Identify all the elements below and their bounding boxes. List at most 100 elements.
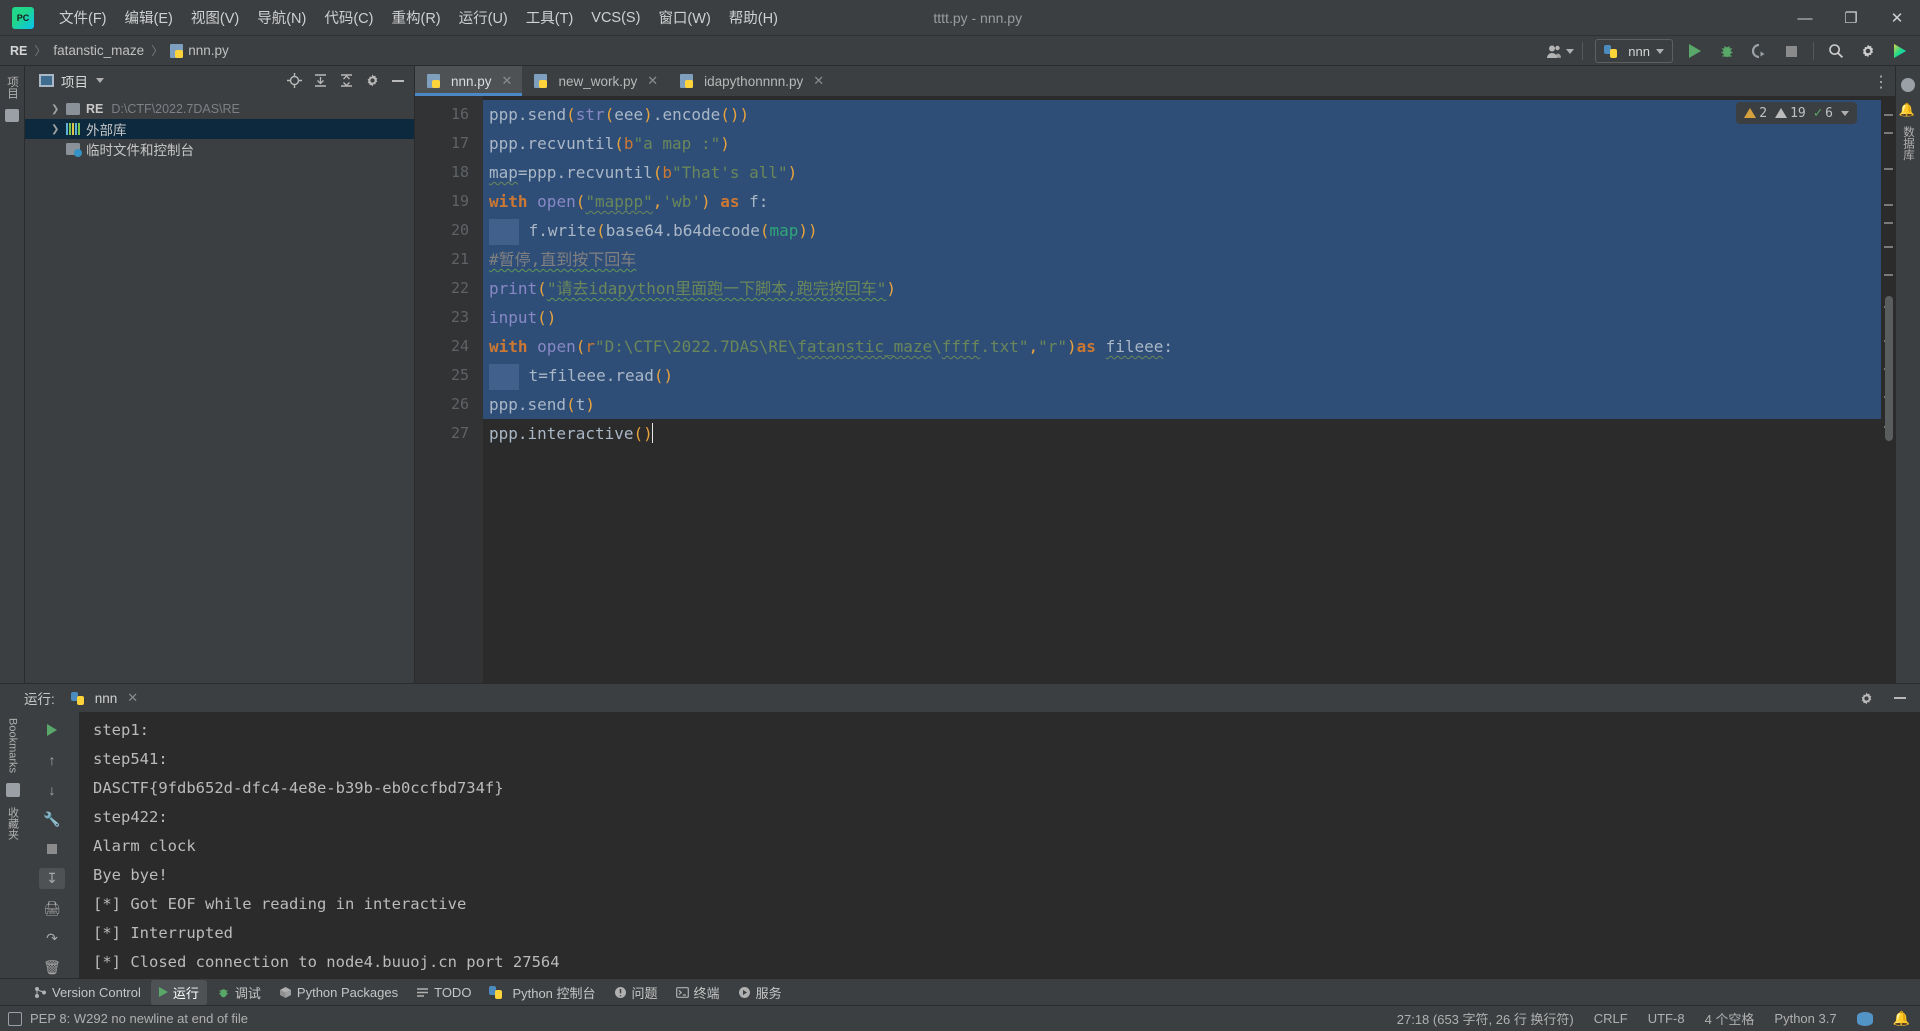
menu-code[interactable]: 代码(C) — [315, 3, 382, 32]
editor-marker-bar[interactable] — [1881, 96, 1895, 683]
menu-navigate[interactable]: 导航(N) — [248, 3, 315, 32]
code-line-17[interactable]: ppp.recvuntil(b"a map :") — [483, 129, 1881, 158]
code-line-26[interactable]: ppp.send(t) — [483, 390, 1881, 419]
code-content[interactable]: ppp.send(str(eee).encode()) ppp.recvunti… — [483, 96, 1881, 683]
menu-refactor[interactable]: 重构(R) — [382, 3, 449, 32]
soft-wrap-icon[interactable]: ↷ — [39, 928, 65, 949]
chevron-down-icon[interactable] — [96, 78, 104, 83]
tool-debug[interactable]: 调试 — [209, 980, 269, 1005]
caret-position[interactable]: 27:18 (653 字符, 26 行 换行符) — [1397, 1009, 1574, 1028]
tab-nnn-py[interactable]: nnn.py ✕ — [415, 66, 523, 96]
rerun-icon[interactable] — [39, 720, 65, 741]
more-tabs-icon[interactable]: ⋮ — [1873, 72, 1889, 92]
tool-problems[interactable]: 问题 — [606, 980, 666, 1005]
python-interpreter[interactable]: Python 3.7 — [1774, 1011, 1836, 1026]
chevron-right-icon[interactable]: ❯ — [51, 124, 63, 135]
up-stack-icon[interactable]: ↑ — [39, 750, 65, 771]
settings-icon[interactable] — [360, 70, 384, 92]
hide-tool-window-icon[interactable] — [386, 70, 410, 92]
tab-new-work-py[interactable]: new_work.py ✕ — [522, 66, 669, 96]
breadcrumb-module[interactable]: RE — [10, 44, 27, 58]
clear-all-icon[interactable]: 🗑 — [39, 957, 65, 978]
locate-icon[interactable] — [282, 70, 306, 92]
tree-item-external-libraries[interactable]: ❯ 外部库 — [25, 119, 414, 139]
maximize-button[interactable]: ❐ — [1828, 0, 1874, 36]
tool-version-control[interactable]: Version Control — [26, 982, 149, 1003]
notifications-icon[interactable]: 🔔 — [1893, 1010, 1910, 1027]
close-icon[interactable]: ✕ — [127, 690, 138, 706]
chevron-down-icon[interactable] — [1841, 110, 1849, 116]
error-count[interactable]: 2 — [1744, 106, 1767, 121]
close-button[interactable]: ✕ — [1874, 0, 1920, 36]
tree-item-scratches[interactable]: 临时文件和控制台 — [25, 139, 414, 159]
run-console-output[interactable]: step1: step541: DASCTF{9fdb652d-dfc4-4e8… — [79, 712, 1920, 978]
collapse-all-icon[interactable] — [334, 70, 358, 92]
ok-count[interactable]: ✓ 6 — [1814, 105, 1833, 121]
tool-python-console[interactable]: Python 控制台 — [481, 980, 603, 1005]
wrench-icon[interactable]: 🔧 — [39, 809, 65, 830]
close-icon[interactable]: ✕ — [502, 73, 513, 89]
warning-count[interactable]: 19 — [1775, 106, 1806, 121]
run-button[interactable] — [1681, 39, 1709, 63]
run-configuration-selector[interactable]: nnn — [1595, 39, 1673, 63]
account-icon[interactable] — [1546, 39, 1575, 63]
tool-terminal[interactable]: 终端 — [668, 980, 728, 1005]
menu-file[interactable]: 文件(F) — [50, 3, 116, 32]
breadcrumb-file[interactable]: nnn.py — [188, 43, 229, 58]
close-icon[interactable]: ✕ — [647, 73, 658, 89]
tool-database-label[interactable]: 数据库 — [1900, 126, 1916, 161]
code-line-25[interactable]: t=fileee.read() — [483, 361, 1881, 390]
minimize-button[interactable]: — — [1782, 0, 1828, 36]
github-copilot-icon[interactable] — [1901, 78, 1915, 92]
code-line-27[interactable]: ppp.interactive() — [483, 419, 1881, 448]
updates-icon[interactable] — [1886, 39, 1914, 63]
code-line-20[interactable]: f.write(base64.b64decode(map)) — [483, 216, 1881, 245]
inspection-widget[interactable]: 2 19 ✓ 6 — [1736, 102, 1857, 124]
print-icon[interactable]: 🖨 — [39, 898, 65, 919]
run-tab-nnn[interactable]: nnn ✕ — [65, 688, 144, 708]
menu-tools[interactable]: 工具(T) — [517, 3, 583, 32]
menu-edit[interactable]: 编辑(E) — [116, 3, 182, 32]
hide-tool-window-icon[interactable] — [1888, 687, 1912, 709]
structure-icon[interactable] — [5, 109, 19, 122]
stop-icon[interactable] — [39, 839, 65, 860]
database-icon[interactable] — [1856, 1011, 1873, 1026]
tool-services[interactable]: 服务 — [730, 980, 790, 1005]
tab-idapythonnnn-py[interactable]: idapythonnnn.py ✕ — [668, 66, 835, 96]
line-separator[interactable]: CRLF — [1594, 1011, 1628, 1026]
menu-view[interactable]: 视图(V) — [182, 3, 248, 32]
tool-run[interactable]: 运行 — [150, 979, 207, 1005]
search-icon[interactable] — [1822, 39, 1850, 63]
code-line-16[interactable]: ppp.send(str(eee).encode()) — [483, 100, 1881, 129]
code-line-22[interactable]: print("请去idapython里面跑一下脚本,跑完按回车") — [483, 274, 1881, 303]
code-line-19[interactable]: with open("mappp",'wb') as f: — [483, 187, 1881, 216]
expand-all-icon[interactable] — [308, 70, 332, 92]
code-line-21[interactable]: #暂停,直到按下回车 — [483, 245, 1881, 274]
tree-item-re[interactable]: ❯ RE D:\CTF\2022.7DAS\RE — [25, 99, 414, 119]
notifications-icon[interactable]: 🔔 — [1901, 102, 1916, 118]
editor-scrollbar-thumb[interactable] — [1885, 296, 1893, 441]
bookmarks-label[interactable]: Bookmarks — [7, 718, 19, 773]
stop-button[interactable] — [1777, 39, 1805, 63]
settings-icon[interactable] — [1854, 39, 1882, 63]
tool-python-packages[interactable]: Python Packages — [271, 982, 406, 1003]
settings-icon[interactable] — [1854, 687, 1878, 709]
code-line-24[interactable]: with open(r"D:\CTF\2022.7DAS\RE\fatansti… — [483, 332, 1881, 361]
chevron-right-icon[interactable]: ❯ — [51, 104, 63, 115]
bookmark-icon[interactable] — [5, 783, 20, 798]
code-line-18[interactable]: map=ppp.recvuntil(b"That's all") — [483, 158, 1881, 187]
favorites-label[interactable]: 收藏夹 — [5, 807, 21, 840]
scroll-to-end-icon[interactable]: ↧ — [39, 868, 65, 890]
down-stack-icon[interactable]: ↓ — [39, 779, 65, 800]
indent-setting[interactable]: 4 个空格 — [1705, 1009, 1755, 1028]
run-with-coverage-button[interactable] — [1745, 39, 1773, 63]
menu-window[interactable]: 窗口(W) — [649, 3, 719, 32]
file-encoding[interactable]: UTF-8 — [1648, 1011, 1685, 1026]
close-icon[interactable]: ✕ — [813, 73, 824, 89]
code-line-23[interactable]: input() — [483, 303, 1881, 332]
menu-run[interactable]: 运行(U) — [450, 3, 517, 32]
debug-button[interactable] — [1713, 39, 1741, 63]
tool-project-label[interactable]: 项目 — [4, 76, 20, 99]
breadcrumb-folder[interactable]: fatanstic_maze — [53, 43, 144, 58]
tool-todo[interactable]: TODO — [408, 982, 479, 1003]
